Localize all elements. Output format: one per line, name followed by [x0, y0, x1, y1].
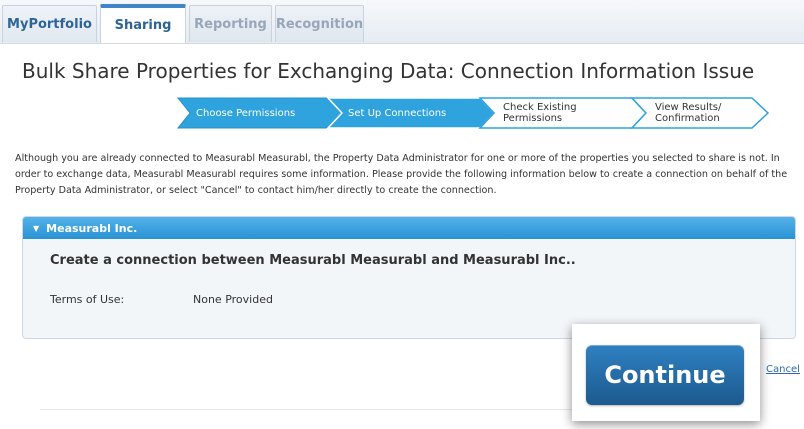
step-label-line1: Check Existing	[503, 102, 577, 113]
connection-heading: Create a connection between Measurabl Me…	[50, 253, 576, 268]
tab-label: Reporting	[194, 16, 267, 32]
tab-label: Sharing	[114, 18, 172, 33]
step-choose-permissions: Choose Permissions	[196, 97, 295, 129]
terms-of-use-label: Terms of Use:	[50, 293, 125, 306]
panel-header[interactable]: ▼ Measurabl Inc.	[23, 217, 795, 239]
step-check-existing-permissions: Check Existing Permissions	[503, 97, 577, 129]
step-label-line1: Choose Permissions	[196, 107, 296, 119]
tab-label: Recognition	[275, 16, 364, 32]
continue-callout: Continue	[572, 324, 760, 421]
step-label-line1: View Results/	[655, 102, 722, 113]
tab-myportfolio[interactable]: MyPortfolio	[2, 5, 97, 42]
tab-recognition[interactable]: Recognition	[275, 5, 364, 42]
panel-header-title: Measurabl Inc.	[46, 221, 138, 235]
continue-button[interactable]: Continue	[586, 345, 744, 405]
intro-text: Although you are already connected to Me…	[15, 153, 788, 196]
page-title: Bulk Share Properties for Exchanging Dat…	[22, 59, 755, 83]
tab-reporting[interactable]: Reporting	[189, 5, 272, 42]
step-label-line1: Set Up Connections	[348, 107, 447, 119]
step-view-results-confirmation: View Results/ Confirmation	[655, 97, 721, 129]
cancel-link[interactable]: Cancel	[766, 364, 800, 375]
step-label-line2: Confirmation	[655, 113, 720, 124]
caret-down-icon: ▼	[33, 223, 40, 233]
top-tab-bar: MyPortfolio Sharing Reporting Recognitio…	[0, 0, 804, 44]
terms-of-use-value: None Provided	[193, 293, 273, 306]
tab-label: MyPortfolio	[7, 16, 92, 32]
step-label-line2: Permissions	[503, 113, 563, 124]
step-set-up-connections: Set Up Connections	[348, 97, 446, 129]
tab-sharing[interactable]: Sharing	[100, 4, 186, 43]
wizard-steps: Choose Permissions Set Up Connections Ch…	[170, 97, 770, 129]
connection-panel: ▼ Measurabl Inc. Create a connection bet…	[22, 216, 796, 339]
